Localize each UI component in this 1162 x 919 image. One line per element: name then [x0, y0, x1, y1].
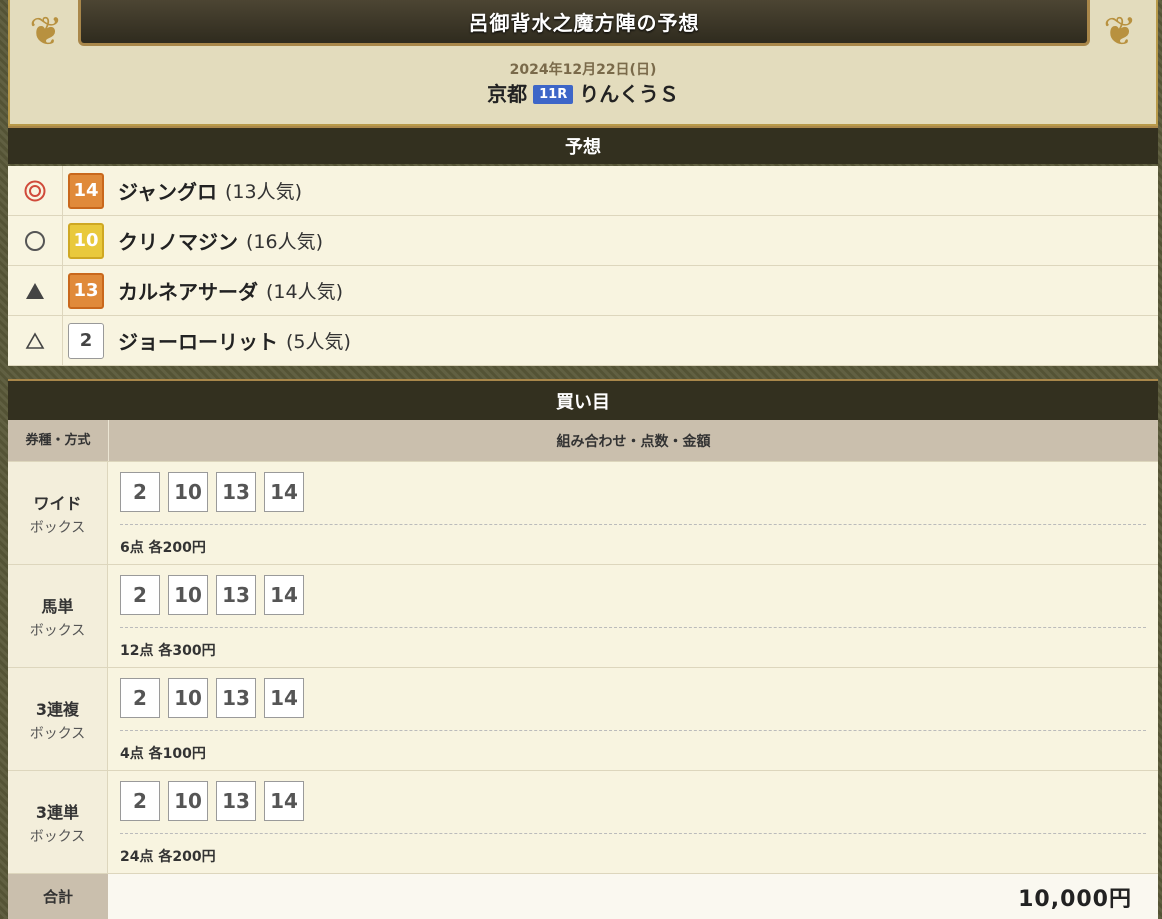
combo-number: 2	[120, 472, 160, 512]
honmei-mark-icon	[8, 166, 63, 215]
combo-number: 13	[216, 472, 256, 512]
race-date: 2024年12月22日(日)	[509, 62, 657, 78]
horse-name[interactable]: クリノマジン	[118, 226, 238, 255]
bets-table-header: 券種・方式 組み合わせ・点数・金額	[8, 420, 1158, 461]
combo-numbers: 2 10 13 14	[120, 575, 1146, 615]
combo-number: 13	[216, 575, 256, 615]
combo-number: 13	[216, 781, 256, 821]
bets-section-title: 買い目	[8, 379, 1158, 420]
bet-method: ボックス	[29, 622, 86, 639]
col-combination: 組み合わせ・点数・金額	[556, 433, 711, 450]
bet-type-cell: ワイド ボックス	[8, 462, 108, 564]
horse-popularity: (5人気)	[286, 331, 351, 353]
bet-method: ボックス	[29, 725, 86, 742]
prediction-row: 10 クリノマジン (16人気)	[8, 216, 1158, 266]
total-label: 合計	[8, 874, 108, 919]
bet-type-cell: 3連複 ボックス	[8, 668, 108, 770]
bet-detail: 2 10 13 14 4点 各100円	[108, 668, 1158, 770]
race-title: 京都 11R りんくうＳ	[10, 78, 1156, 107]
horse-number: 13	[68, 272, 104, 309]
bet-method: ボックス	[29, 828, 86, 845]
bet-row: ワイド ボックス 2 10 13 14 6点 各200円	[8, 461, 1158, 564]
prediction-row: 14 ジャングロ (13人気)	[8, 166, 1158, 216]
bet-row: 馬単 ボックス 2 10 13 14 12点 各300円	[8, 564, 1158, 667]
combo-number: 14	[264, 575, 304, 615]
ornament-left-icon: ❦	[29, 9, 63, 55]
bet-detail: 2 10 13 14 12点 各300円	[108, 565, 1158, 667]
horse-name[interactable]: ジャングロ	[118, 176, 217, 205]
divider	[120, 833, 1146, 834]
page-title: 呂御背水之魔方陣の予想	[78, 0, 1090, 46]
combo-number: 10	[168, 781, 208, 821]
bet-points: 6点 各200円	[120, 540, 206, 556]
combo-number: 14	[264, 781, 304, 821]
divider	[120, 627, 1146, 628]
combo-number: 2	[120, 575, 160, 615]
horse-name[interactable]: カルネアサーダ	[118, 276, 258, 305]
bet-type-cell: 馬単 ボックス	[8, 565, 108, 667]
horse-number: 10	[68, 222, 104, 259]
horse-name[interactable]: ジョーローリット	[118, 326, 278, 355]
bets-table: 券種・方式 組み合わせ・点数・金額 ワイド ボックス 2 10 13 14 6点…	[8, 420, 1158, 919]
combo-number: 14	[264, 678, 304, 718]
combo-numbers: 2 10 13 14	[120, 678, 1146, 718]
ornament-right-icon: ❦	[1103, 9, 1137, 55]
horse-number: 2	[68, 322, 104, 359]
combo-numbers: 2 10 13 14	[120, 781, 1146, 821]
divider	[120, 524, 1146, 525]
race-name: りんくうＳ	[579, 82, 679, 106]
total-amount: 10,000円	[108, 874, 1158, 919]
bet-row: 3連複 ボックス 2 10 13 14 4点 各100円	[8, 667, 1158, 770]
divider	[120, 730, 1146, 731]
prediction-section-title: 予想	[8, 126, 1158, 164]
prediction-table: 14 ジャングロ (13人気) 10 クリノマジン (16人気) 13 カルネア…	[8, 166, 1158, 366]
taikou-mark-icon	[8, 216, 63, 265]
bet-type-cell: 3連単 ボックス	[8, 771, 108, 873]
horse-popularity: (13人気)	[225, 181, 303, 203]
combo-number: 2	[120, 781, 160, 821]
bet-type: ワイド	[33, 493, 82, 513]
horse-popularity: (14人気)	[266, 281, 344, 303]
bet-type: 3連単	[35, 802, 80, 822]
bet-points: 4点 各100円	[120, 746, 206, 762]
bet-type: 3連複	[35, 699, 80, 719]
combo-number: 10	[168, 472, 208, 512]
race-venue: 京都	[487, 82, 528, 106]
race-header: ❦ ❦ 呂御背水之魔方陣の予想 2024年12月22日(日) 京都 11R りんくう…	[8, 0, 1158, 126]
combo-numbers: 2 10 13 14	[120, 472, 1146, 512]
bet-type: 馬単	[41, 596, 74, 616]
horse-popularity: (16人気)	[246, 231, 324, 253]
bet-points: 12点 各300円	[120, 643, 216, 659]
total-row: 合計 10,000円	[8, 873, 1158, 919]
combo-number: 13	[216, 678, 256, 718]
bet-method: ボックス	[29, 519, 86, 536]
race-number-badge: 11R	[533, 85, 574, 104]
renka-mark-icon	[8, 316, 63, 365]
tanana-mark-icon	[8, 266, 63, 315]
combo-number: 10	[168, 678, 208, 718]
bet-points: 24点 各200円	[120, 849, 216, 865]
horse-number: 14	[68, 172, 104, 209]
bet-row: 3連単 ボックス 2 10 13 14 24点 各200円	[8, 770, 1158, 873]
bet-detail: 2 10 13 14 6点 各200円	[108, 462, 1158, 564]
bet-detail: 2 10 13 14 24点 各200円	[108, 771, 1158, 873]
combo-number: 2	[120, 678, 160, 718]
combo-number: 14	[264, 472, 304, 512]
prediction-row: 13 カルネアサーダ (14人気)	[8, 266, 1158, 316]
prediction-row: 2 ジョーローリット (5人気)	[8, 316, 1158, 366]
combo-number: 10	[168, 575, 208, 615]
col-bet-type: 券種・方式	[8, 420, 109, 461]
